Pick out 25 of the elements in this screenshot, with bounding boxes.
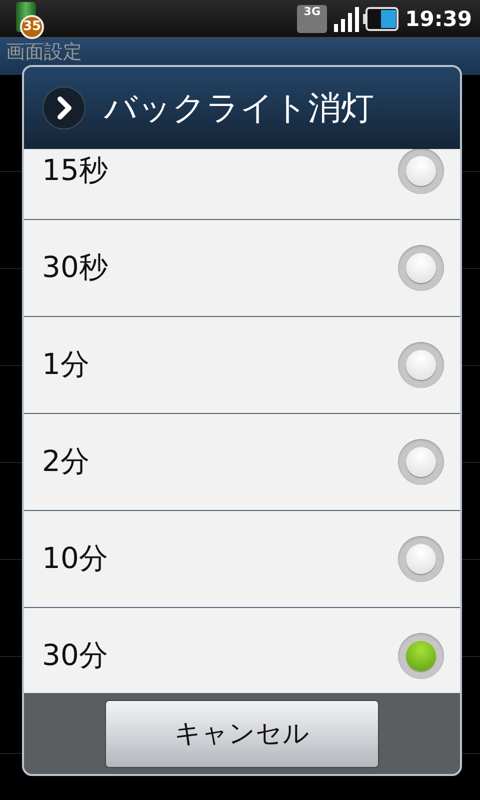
radio-button[interactable]: [398, 342, 444, 388]
cancel-button[interactable]: キャンセル: [105, 700, 379, 768]
chevron-icon: [42, 86, 86, 130]
dialog-title: バックライト消灯: [104, 86, 374, 128]
option-label: 2分: [42, 443, 90, 480]
radio-button[interactable]: [398, 149, 444, 194]
option-label: 30分: [42, 637, 109, 674]
screen-title: 画面設定: [5, 40, 82, 63]
option-row[interactable]: 10分: [24, 511, 460, 608]
option-label: 30秒: [42, 249, 109, 286]
option-row[interactable]: 2分: [24, 414, 460, 511]
radio-button[interactable]: [398, 536, 444, 582]
clock: 19:39: [405, 6, 472, 30]
option-row[interactable]: 30秒: [24, 220, 460, 317]
network-type-icon: 3G: [297, 4, 328, 32]
option-label: 1分: [42, 346, 90, 383]
radio-button[interactable]: [398, 439, 444, 485]
option-row[interactable]: 15秒: [24, 149, 460, 220]
option-label: 10分: [42, 540, 109, 577]
battery-icon: [363, 6, 400, 30]
notification-badge: 35: [20, 14, 44, 38]
option-row[interactable]: 1分: [24, 317, 460, 414]
radio-button[interactable]: [398, 633, 444, 679]
option-label: 15秒: [42, 152, 109, 189]
radio-button[interactable]: [398, 245, 444, 291]
